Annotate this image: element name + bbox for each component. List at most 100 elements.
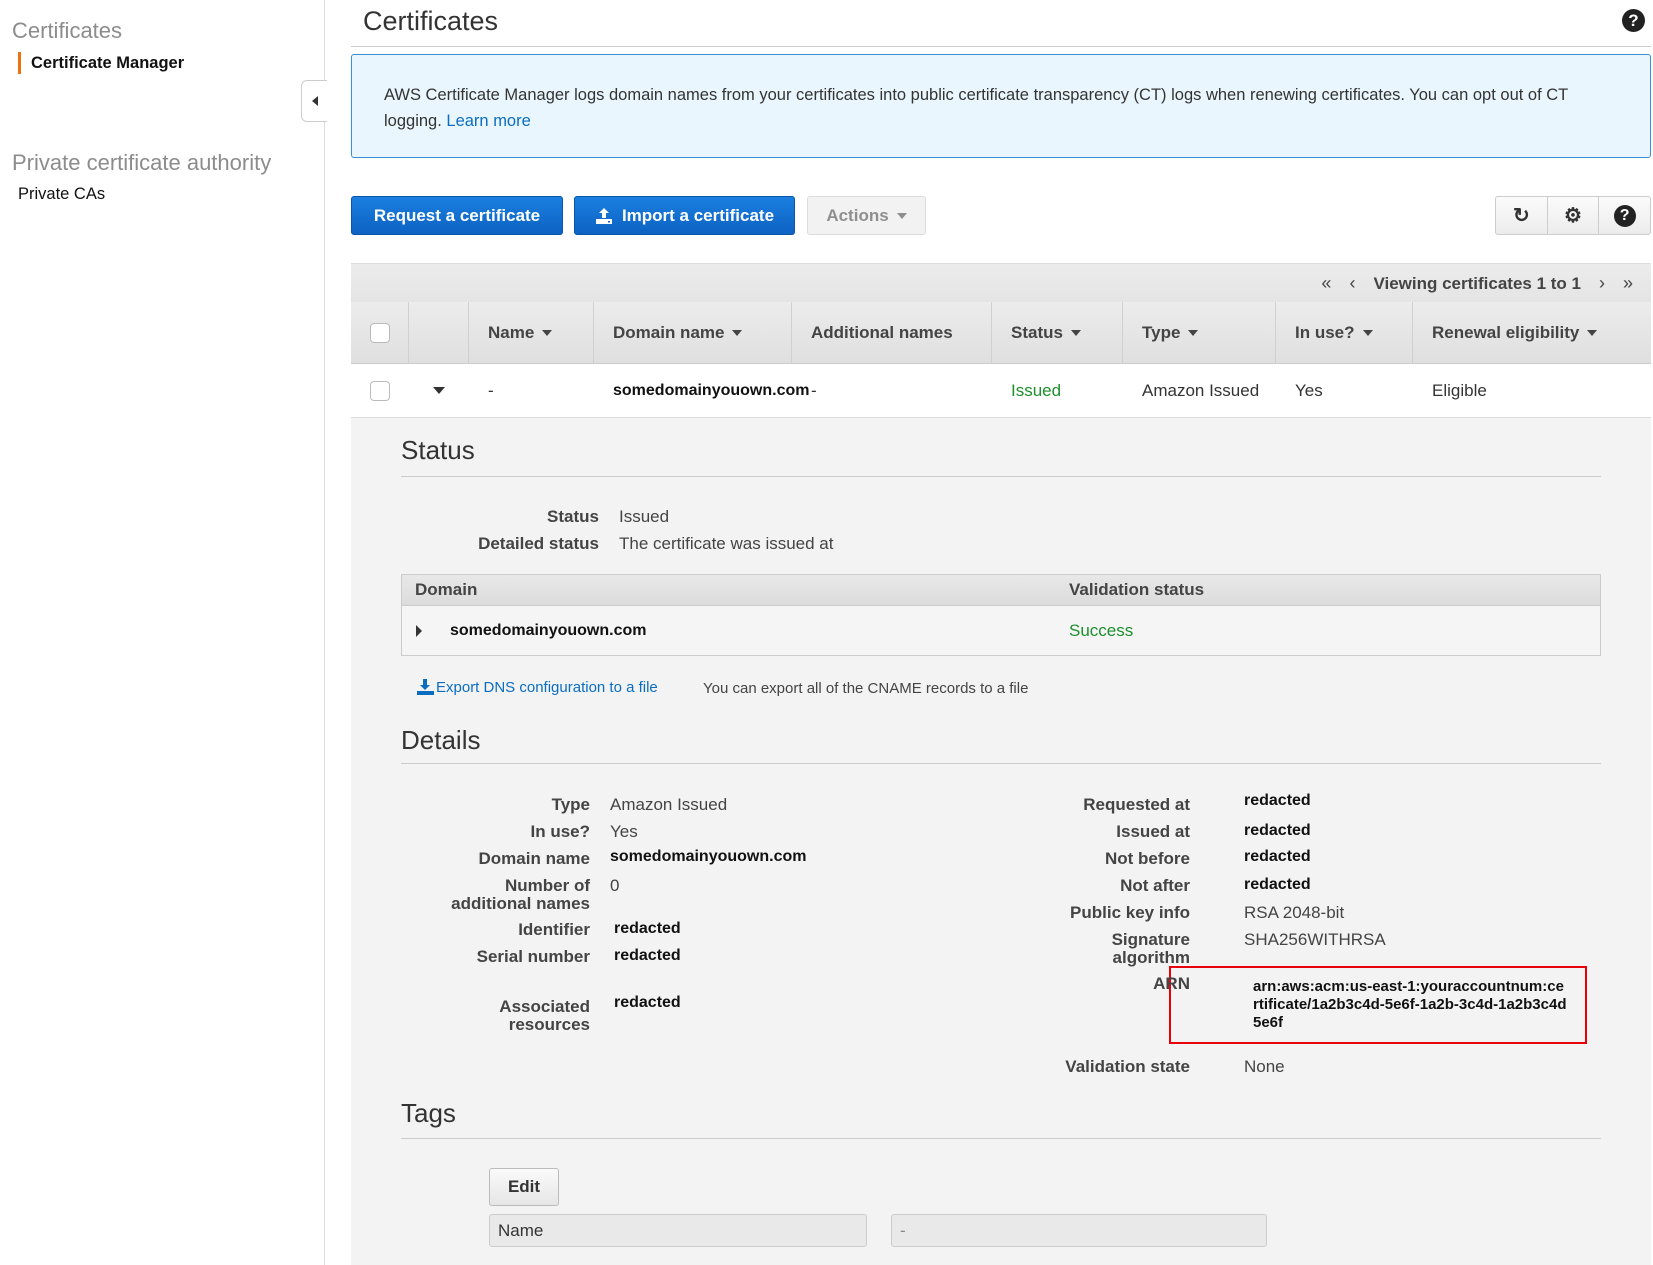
sidebar-heading-certificates: Certificates <box>12 18 123 43</box>
status-section-title: Status <box>401 435 475 465</box>
column-header-renewal-eligibility[interactable]: Renewal eligibility <box>1413 302 1651 363</box>
row-checkbox[interactable] <box>370 380 390 401</box>
section-divider <box>401 763 1601 764</box>
sort-caret-icon <box>542 329 553 336</box>
tag-key-field[interactable]: Name <box>489 1214 867 1247</box>
requested-at-value: redacted <box>1244 792 1311 809</box>
column-label: Renewal eligibility <box>1432 322 1580 342</box>
column-header-in-use[interactable]: In use? <box>1276 302 1413 363</box>
validation-table-header: Domain Validation status <box>402 575 1600 606</box>
download-icon <box>417 679 434 695</box>
caret-down-icon <box>896 212 907 219</box>
requested-at-label: Requested at <box>1083 795 1190 814</box>
sort-caret-icon <box>732 329 743 336</box>
table-header: Name Domain name Additional names Status… <box>351 302 1651 364</box>
collapse-sidebar-button[interactable] <box>301 80 327 122</box>
validation-table: Domain Validation status somedomainyouow… <box>401 574 1601 656</box>
column-header-domain-name[interactable]: Domain name <box>594 302 792 363</box>
edit-tags-button[interactable]: Edit <box>489 1168 559 1206</box>
additional-names-count-value: 0 <box>610 876 620 895</box>
sidebar-heading-private-ca: Private certificate authority <box>12 150 272 175</box>
table-help-button[interactable]: ? <box>1599 197 1650 234</box>
info-banner: AWS Certificate Manager logs domain name… <box>351 54 1651 158</box>
expand-caret-icon[interactable] <box>433 387 445 394</box>
request-certificate-button[interactable]: Request a certificate <box>351 196 563 235</box>
prev-page-button[interactable]: ‹ <box>1349 273 1355 294</box>
row-select-cell <box>351 364 409 417</box>
cell-name: - <box>488 380 494 400</box>
column-header-type[interactable]: Type <box>1123 302 1276 363</box>
table-row[interactable]: - somedomainyouown.com - Issued Amazon I… <box>351 364 1651 418</box>
pagination-text: Viewing certificates 1 to 1 <box>1373 273 1581 293</box>
import-certificate-label: Import a certificate <box>621 205 775 225</box>
validation-status: Success <box>1069 621 1134 640</box>
actions-dropdown[interactable]: Actions <box>807 196 926 235</box>
sort-caret-icon <box>1362 329 1373 336</box>
column-header-name[interactable]: Name <box>469 302 594 363</box>
signature-algorithm-value: SHA256WITHRSA <box>1244 930 1386 949</box>
import-certificate-button[interactable]: Import a certificate <box>574 196 795 235</box>
cell-additional-names: - <box>811 380 817 400</box>
cell-in-use: Yes <box>1295 380 1323 400</box>
last-page-button[interactable]: » <box>1623 273 1633 294</box>
next-page-button[interactable]: › <box>1599 273 1605 294</box>
column-label: Status <box>1011 322 1063 342</box>
caret-left-icon <box>311 96 318 106</box>
issued-at-label: Issued at <box>1116 822 1190 841</box>
info-banner-text: AWS Certificate Manager logs domain name… <box>384 86 1568 130</box>
public-key-info-value: RSA 2048-bit <box>1244 903 1345 922</box>
cell-renewal-eligibility: Eligible <box>1432 380 1487 400</box>
column-header-domain: Domain <box>415 580 478 599</box>
arn-label: ARN <box>1153 974 1190 993</box>
not-before-value: redacted <box>1244 848 1311 865</box>
refresh-icon: ↻ <box>1512 205 1530 227</box>
export-dns-label: Export DNS configuration to a file <box>436 678 658 696</box>
expand-domain-cell[interactable] <box>402 625 450 637</box>
upload-icon <box>595 207 612 224</box>
certificate-detail-panel: Status Status Issued Detailed status The… <box>351 418 1651 1265</box>
gear-icon: ⚙ <box>1564 205 1582 227</box>
help-icon: ? <box>1613 204 1636 227</box>
issued-at-value: redacted <box>1244 822 1311 839</box>
in-use-value: Yes <box>610 822 638 841</box>
tag-value-field[interactable]: - <box>891 1214 1267 1247</box>
settings-button[interactable]: ⚙ <box>1548 197 1600 234</box>
expand-column-header <box>409 302 469 363</box>
associated-resources-label: Associated resources <box>499 997 590 1034</box>
status-value: Issued <box>619 507 670 526</box>
page-title: Certificates <box>363 6 499 36</box>
identifier-value: redacted <box>614 920 681 937</box>
domain-name-label: Domain name <box>478 849 590 868</box>
sidebar: Certificates Certificate Manager Private… <box>0 0 325 1265</box>
refresh-button[interactable]: ↻ <box>1496 197 1548 234</box>
column-header-additional-names: Additional names <box>792 302 992 363</box>
column-header-status[interactable]: Status <box>992 302 1123 363</box>
status-label: Status <box>547 507 599 526</box>
learn-more-link[interactable]: Learn more <box>446 112 530 130</box>
type-value: Amazon Issued <box>610 795 728 814</box>
column-label: Name <box>488 322 535 342</box>
title-divider <box>351 46 1651 47</box>
column-header-validation-status: Validation status <box>1069 580 1205 599</box>
not-after-label: Not after <box>1120 876 1190 895</box>
arn-value: arn:aws:acm:us-east-1:youraccountnum:cer… <box>1253 978 1567 1031</box>
select-all-checkbox[interactable] <box>370 322 390 343</box>
validation-domain: somedomainyouown.com <box>450 622 647 639</box>
sidebar-item-certificate-manager[interactable]: Certificate Manager <box>18 52 184 74</box>
sidebar-item-private-cas[interactable]: Private CAs <box>18 185 105 204</box>
table-tools: ↻ ⚙ ? <box>1495 196 1651 235</box>
validation-state-value: None <box>1244 1057 1285 1076</box>
row-expand-cell[interactable] <box>409 364 469 417</box>
cell-status: Issued <box>1011 380 1062 400</box>
pagination-bar: « ‹ Viewing certificates 1 to 1 › » <box>351 263 1651 303</box>
column-label: Additional names <box>811 322 953 342</box>
identifier-label: Identifier <box>518 920 590 939</box>
cell-domain-name: somedomainyouown.com <box>613 381 810 399</box>
cell-type: Amazon Issued <box>1142 380 1260 400</box>
first-page-button[interactable]: « <box>1321 273 1331 294</box>
help-icon[interactable]: ? <box>1622 9 1645 32</box>
sort-caret-icon <box>1188 329 1199 336</box>
section-divider <box>401 1138 1601 1139</box>
export-dns-link[interactable]: Export DNS configuration to a file <box>416 678 658 696</box>
expand-caret-icon[interactable] <box>416 625 422 637</box>
